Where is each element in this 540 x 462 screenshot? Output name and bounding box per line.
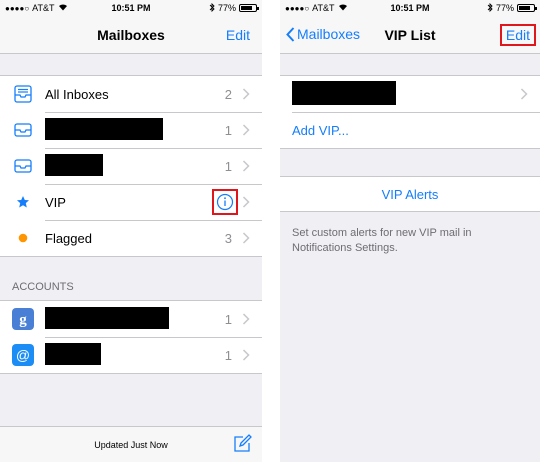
battery-icon [517, 4, 537, 12]
mailbox-label: Flagged [45, 230, 92, 246]
info-icon [216, 193, 234, 211]
mailbox-row-flagged[interactable]: Flagged 3 [0, 220, 262, 256]
unread-count: 1 [224, 122, 232, 138]
updated-status: Updated Just Now [94, 439, 168, 450]
svg-text:g: g [19, 312, 27, 328]
unread-count: 1 [224, 347, 232, 363]
chevron-right-icon [242, 349, 250, 361]
at-icon: @ [12, 344, 34, 366]
redacted-name [45, 306, 169, 329]
vip-alerts-footnote: Set custom alerts for new VIP mail in No… [292, 227, 472, 254]
compose-button[interactable] [232, 434, 252, 459]
unread-count: 2 [224, 86, 232, 102]
chevron-right-icon [242, 313, 250, 325]
navigation-bar: Mailboxes Edit [0, 16, 262, 54]
chevron-right-icon [242, 88, 250, 100]
mailbox-label: VIP [45, 194, 66, 210]
account-label [45, 306, 225, 332]
mailbox-label [45, 117, 225, 143]
unread-count: 3 [224, 230, 232, 246]
mailbox-label [45, 153, 225, 179]
unread-count: 1 [224, 311, 232, 327]
mailbox-row-account-2[interactable]: 1 [0, 148, 262, 184]
status-bar: ●●●●○ AT&T 10:51 PM 77% [280, 0, 540, 16]
back-button[interactable]: Mailboxes [286, 26, 360, 42]
navigation-bar: Mailboxes VIP List Edit [280, 16, 540, 54]
status-time: 10:51 PM [390, 3, 430, 13]
unread-count: 1 [224, 158, 232, 174]
status-time: 10:51 PM [111, 3, 151, 13]
mailbox-row-all-inboxes[interactable]: All Inboxes 2 [0, 76, 262, 112]
page-title: VIP List [384, 26, 436, 43]
account-row-google[interactable]: g 1 [0, 301, 262, 337]
chevron-right-icon [242, 124, 250, 136]
redacted-name [45, 342, 101, 365]
inbox-stack-icon [12, 84, 34, 104]
page-title: Mailboxes [97, 26, 165, 43]
accounts-list: g 1 @ 1 [0, 300, 262, 374]
chevron-right-icon [520, 88, 528, 100]
redacted-name [45, 153, 103, 176]
mailboxes-screen: ●●●●○ AT&T 10:51 PM 77% Mailboxes Edit A… [0, 0, 262, 462]
chevron-right-icon [242, 160, 250, 172]
inbox-icon [12, 120, 34, 140]
vip-info-button[interactable] [212, 189, 238, 215]
vip-contact-label [292, 80, 520, 108]
mailbox-label: All Inboxes [45, 86, 109, 102]
compose-icon [234, 434, 252, 452]
chevron-right-icon [242, 196, 250, 208]
accounts-header: ACCOUNTS [12, 281, 74, 293]
add-vip-row[interactable]: Add VIP... [280, 112, 540, 148]
vip-contact-row[interactable] [280, 76, 540, 112]
status-bar: ●●●●○ AT&T 10:51 PM 77% [0, 0, 262, 16]
chevron-left-icon [286, 26, 295, 42]
flag-dot-icon [12, 228, 34, 248]
svg-text:@: @ [16, 347, 30, 363]
vip-list-screen: ●●●●○ AT&T 10:51 PM 77% Mailboxes VIP Li… [280, 0, 540, 462]
redacted-name [292, 80, 396, 105]
bottom-toolbar: Updated Just Now [0, 426, 262, 462]
edit-button[interactable]: Edit [499, 24, 536, 46]
battery-icon [239, 4, 259, 12]
back-label: Mailboxes [297, 26, 361, 42]
vip-alerts-button[interactable]: VIP Alerts [280, 176, 540, 212]
mailbox-row-account-1[interactable]: 1 [0, 112, 262, 148]
add-vip-button[interactable]: Add VIP... [292, 123, 349, 138]
google-icon: g [12, 308, 34, 330]
star-icon [12, 192, 34, 212]
inbox-icon [12, 156, 34, 176]
mailbox-list: All Inboxes 2 1 1 VIP Flagged 3 [0, 75, 262, 257]
vip-list: Add VIP... [280, 75, 540, 149]
chevron-right-icon [242, 232, 250, 244]
edit-button[interactable]: Edit [222, 26, 254, 44]
redacted-name [45, 117, 163, 140]
mailbox-row-vip[interactable]: VIP [0, 184, 262, 220]
account-row-mail[interactable]: @ 1 [0, 337, 262, 373]
account-label [45, 342, 225, 368]
